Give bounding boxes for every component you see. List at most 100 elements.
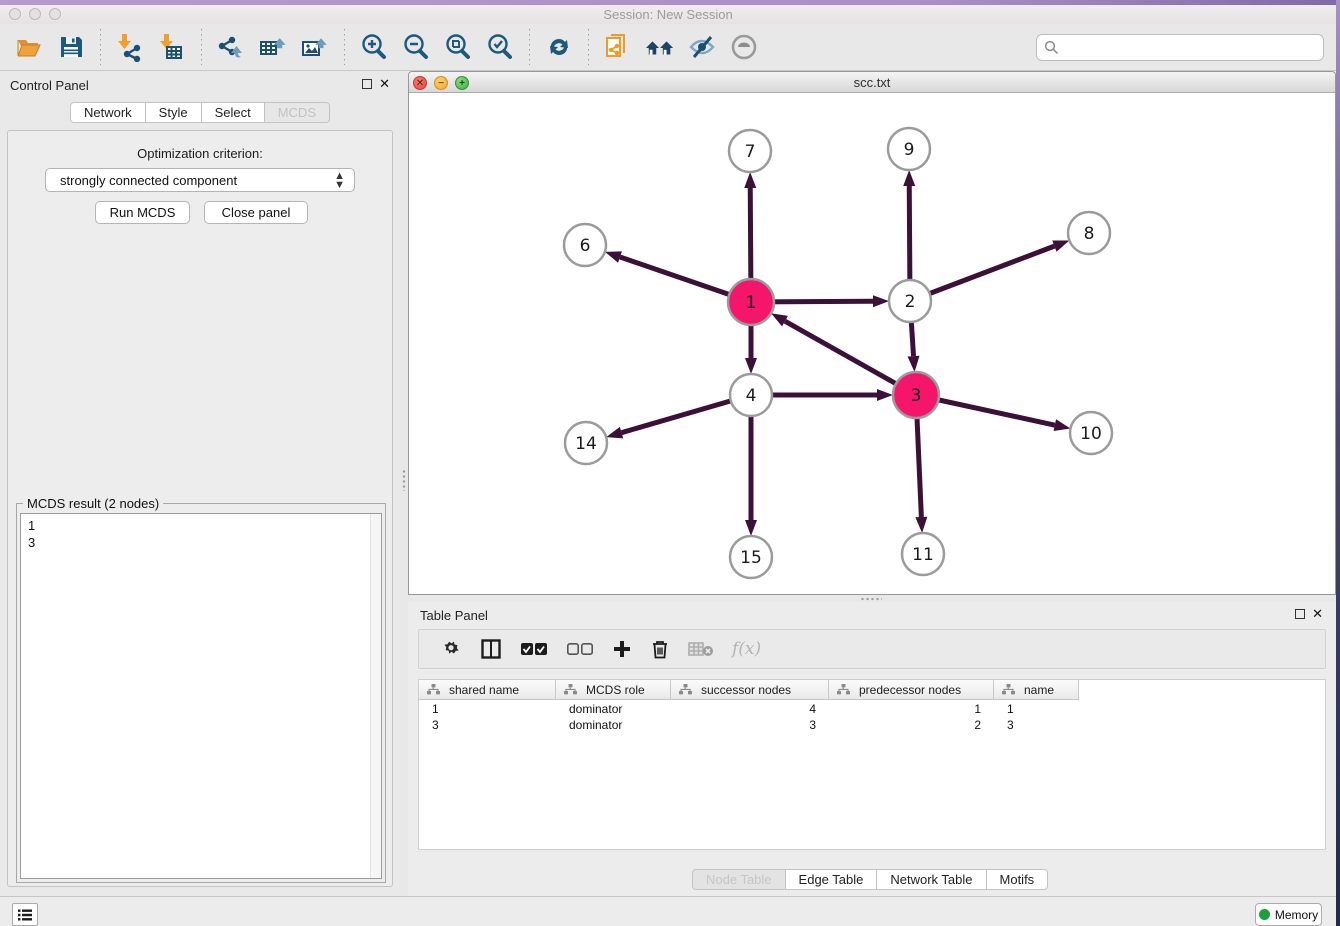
delete-columns-icon[interactable] — [650, 636, 670, 662]
mcds-result-textarea[interactable]: 13 — [20, 513, 382, 879]
edge-2-8[interactable] — [910, 246, 1054, 301]
tab-mcds[interactable]: MCDS — [265, 102, 330, 123]
zoom-fit-icon[interactable] — [443, 31, 473, 63]
tab-node-table[interactable]: Node Table — [692, 869, 786, 890]
close-panel-button[interactable]: Close panel — [204, 201, 308, 224]
splitter-grip-icon — [860, 597, 882, 601]
graph-node-8[interactable]: 8 — [1068, 212, 1110, 254]
zoom-in-icon[interactable] — [359, 31, 389, 63]
hide-selected-icon[interactable] — [687, 31, 717, 63]
column-header-shared-name[interactable]: shared name — [419, 680, 556, 699]
float-panel-icon[interactable] — [362, 79, 372, 89]
svg-text:11: 11 — [912, 545, 934, 565]
delete-table-icon[interactable] — [688, 636, 714, 662]
result-scrollbar[interactable] — [370, 514, 381, 878]
graph-node-9[interactable]: 9 — [888, 128, 930, 170]
column-header-label: MCDS role — [586, 683, 645, 697]
graph-node-3[interactable]: 3 — [893, 372, 939, 418]
save-session-icon[interactable] — [56, 31, 86, 63]
table-cell[interactable]: dominator — [556, 701, 671, 717]
tab-select[interactable]: Select — [202, 102, 265, 123]
table-row[interactable]: 1dominator411 — [419, 701, 1079, 717]
tab-motifs[interactable]: Motifs — [987, 869, 1049, 890]
graph-node-6[interactable]: 6 — [564, 224, 606, 266]
table-cell[interactable]: 4 — [671, 701, 829, 717]
column-header-mcds-role[interactable]: MCDS role — [556, 680, 671, 699]
tab-style[interactable]: Style — [146, 102, 202, 123]
graph-node-1[interactable]: 1 — [728, 279, 774, 325]
table-cell[interactable]: 3 — [419, 717, 556, 733]
application-window: Session: New Session — [0, 5, 1336, 926]
graph-node-10[interactable]: 10 — [1070, 412, 1112, 454]
first-neighbors-icon[interactable] — [645, 31, 675, 63]
tab-network-table[interactable]: Network Table — [877, 869, 986, 890]
task-history-button[interactable] — [12, 903, 38, 926]
column-header-successor-nodes[interactable]: successor nodes — [671, 680, 829, 699]
horizontal-splitter[interactable] — [408, 595, 1336, 602]
create-column-icon[interactable] — [612, 636, 632, 662]
column-header-name[interactable]: name — [994, 680, 1079, 699]
toolbar-separator — [100, 29, 101, 65]
svg-text:2: 2 — [905, 292, 916, 312]
column-header-predecessor-nodes[interactable]: predecessor nodes — [829, 680, 994, 699]
table-row[interactable]: 3dominator323 — [419, 717, 1079, 733]
list-icon — [17, 908, 33, 922]
network-frame-titlebar[interactable]: ✕ − + scc.txt — [409, 72, 1335, 93]
graph-node-4[interactable]: 4 — [730, 374, 772, 416]
memory-button[interactable]: Memory — [1255, 903, 1322, 926]
table-cell[interactable]: 3 — [994, 717, 1079, 733]
toolbar-separator — [588, 29, 589, 65]
export-network-icon[interactable] — [216, 31, 246, 63]
graph-node-11[interactable]: 11 — [902, 533, 944, 575]
import-table-icon[interactable] — [157, 31, 187, 63]
graph-node-14[interactable]: 14 — [565, 422, 607, 464]
column-header-label: predecessor nodes — [859, 683, 961, 697]
graph-node-7[interactable]: 7 — [729, 130, 771, 172]
graph-node-2[interactable]: 2 — [889, 280, 931, 322]
wallpaper-right-strip — [1336, 0, 1340, 926]
graph-node-15[interactable]: 15 — [730, 536, 772, 578]
zoom-out-icon[interactable] — [401, 31, 431, 63]
zoom-selected-icon[interactable] — [485, 31, 515, 63]
memory-label: Memory — [1275, 908, 1318, 922]
table-panel-title: Table Panel — [420, 608, 488, 623]
toolbar-separator — [529, 29, 530, 65]
show-all-icon[interactable] — [729, 31, 759, 63]
node-table[interactable]: shared name MCDS role successor nodes prede… — [418, 679, 1326, 850]
tab-edge-table[interactable]: Edge Table — [786, 869, 878, 890]
svg-text:9: 9 — [904, 140, 915, 160]
svg-text:10: 10 — [1080, 424, 1102, 444]
table-cell[interactable]: 1 — [419, 701, 556, 717]
open-session-icon[interactable] — [14, 31, 44, 63]
search-field[interactable] — [1036, 34, 1324, 61]
dropdown-stepper-icon: ▲▼ — [334, 172, 345, 190]
function-builder-icon[interactable]: f(x) — [732, 636, 761, 662]
criterion-dropdown[interactable]: strongly connected component ▲▼ — [45, 168, 355, 192]
close-panel-icon[interactable]: ✕ — [1312, 606, 1323, 622]
refresh-icon[interactable] — [544, 31, 574, 63]
select-all-columns-icon[interactable] — [520, 636, 548, 662]
clone-network-icon[interactable] — [603, 31, 633, 63]
vertical-splitter[interactable] — [400, 71, 408, 896]
table-toolbar: f(x) — [418, 629, 1326, 669]
deselect-all-columns-icon[interactable] — [566, 636, 594, 662]
control-panel-tabs: NetworkStyleSelectMCDS — [0, 102, 400, 123]
svg-text:6: 6 — [580, 236, 591, 256]
search-input[interactable] — [1064, 40, 1323, 55]
run-mcds-button[interactable]: Run MCDS — [95, 201, 190, 224]
import-network-icon[interactable] — [115, 31, 145, 63]
table-cell[interactable]: 3 — [671, 717, 829, 733]
table-options-icon[interactable] — [440, 636, 462, 662]
table-cell[interactable]: dominator — [556, 717, 671, 733]
show-column-icon[interactable] — [480, 636, 502, 662]
table-cell[interactable]: 1 — [829, 701, 994, 717]
tab-network[interactable]: Network — [70, 102, 146, 123]
table-cell[interactable]: 2 — [829, 717, 994, 733]
close-panel-icon[interactable]: ✕ — [379, 76, 390, 92]
memory-status-icon — [1259, 909, 1270, 920]
table-cell[interactable]: 1 — [994, 701, 1079, 717]
float-panel-icon[interactable] — [1295, 609, 1305, 619]
export-table-icon[interactable] — [258, 31, 288, 63]
network-graph[interactable]: 7 9 6 8 1 2 4 3 14 10 15 11 — [409, 93, 1335, 594]
export-image-icon[interactable] — [300, 31, 330, 63]
